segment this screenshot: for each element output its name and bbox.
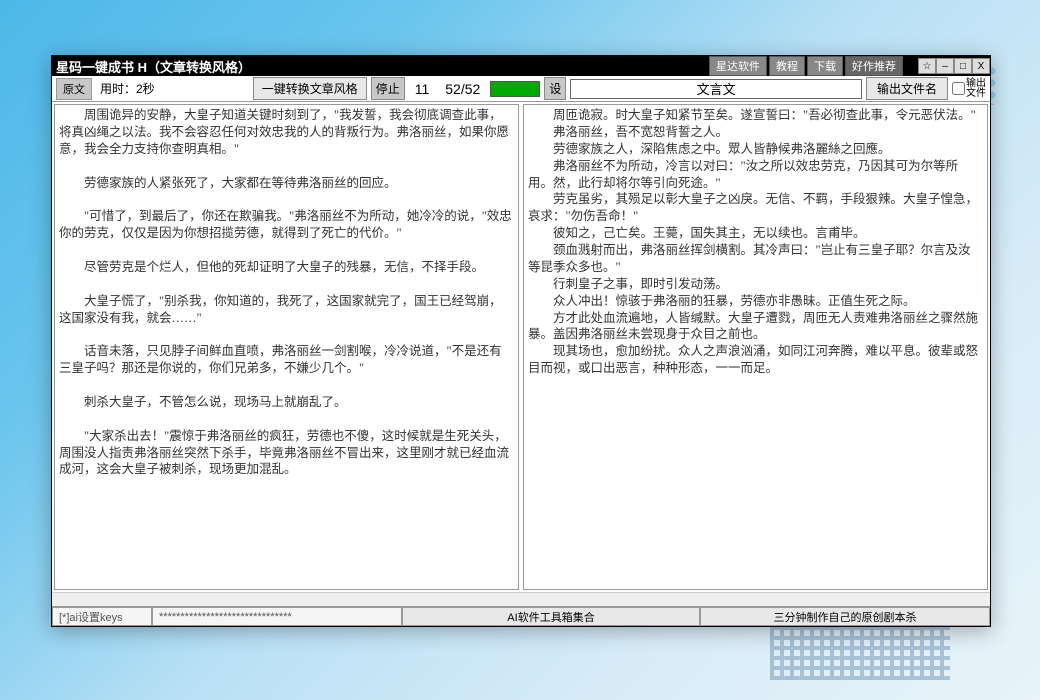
content-area: 周围诡异的安静，大皇子知道关键时刻到了，"我发誓，我会彻底调查此事，将真凶绳之以… — [52, 102, 990, 592]
stop-button[interactable]: 停止 — [371, 77, 405, 100]
favorite-button[interactable]: ☆ — [918, 58, 936, 74]
maximize-button[interactable]: □ — [954, 58, 972, 74]
output-filename-button[interactable]: 输出文件名 — [866, 77, 948, 100]
progress-bar — [490, 81, 540, 97]
close-button[interactable]: X — [972, 58, 990, 74]
status-bar: [*]ai设置keys ****************************… — [52, 606, 990, 626]
source-text-pane[interactable]: 周围诡异的安静，大皇子知道关键时刻到了，"我发誓，我会彻底调查此事，将真凶绳之以… — [54, 104, 519, 590]
output-checkbox-input[interactable] — [952, 82, 965, 95]
ratio-display: 52/52 — [445, 81, 480, 97]
horizontal-scrollbar[interactable] — [52, 592, 990, 606]
minimize-button[interactable]: – — [936, 58, 954, 74]
app-window: 星码一键成书 H（文章转换风格） 星达软件 教程 下载 好作推荐 ☆ – □ X… — [51, 55, 991, 627]
count-display: 11 — [415, 81, 430, 97]
title-link-recommend[interactable]: 好作推荐 — [845, 56, 903, 76]
settings-button[interactable]: 设 — [544, 77, 566, 100]
source-tab[interactable]: 原文 — [56, 78, 92, 100]
script-tutorial-link[interactable]: 三分钟制作自己的原创剧本杀 — [700, 607, 990, 626]
style-input[interactable] — [570, 79, 862, 99]
toolbox-link[interactable]: AI软件工具箱集合 — [402, 607, 700, 626]
window-title: 星码一键成书 H（文章转换风格） — [56, 57, 251, 76]
toolbar: 原文 用时：2秒 一键转换文章风格 停止 11 52/52 设 输出文件名 输出… — [52, 76, 990, 102]
stars-display: ******************************* — [152, 607, 402, 626]
output-text-pane[interactable]: 周匝诡寂。时大皇子知紧节至矣。遂宣誓曰："吾必彻查此事，令元恶伏法。" 弗洛丽丝… — [523, 104, 988, 590]
title-link-software[interactable]: 星达软件 — [709, 56, 767, 76]
title-link-download[interactable]: 下载 — [807, 56, 843, 76]
convert-button[interactable]: 一键转换文章风格 — [253, 77, 367, 100]
ai-keys-button[interactable]: [*]ai设置keys — [52, 607, 152, 626]
output-file-checkbox[interactable]: 输出 文件 — [952, 79, 986, 99]
titlebar: 星码一键成书 H（文章转换风格） 星达软件 教程 下载 好作推荐 ☆ – □ X — [52, 56, 990, 76]
timer-display: 用时：2秒 — [100, 80, 155, 97]
title-link-tutorial[interactable]: 教程 — [769, 56, 805, 76]
